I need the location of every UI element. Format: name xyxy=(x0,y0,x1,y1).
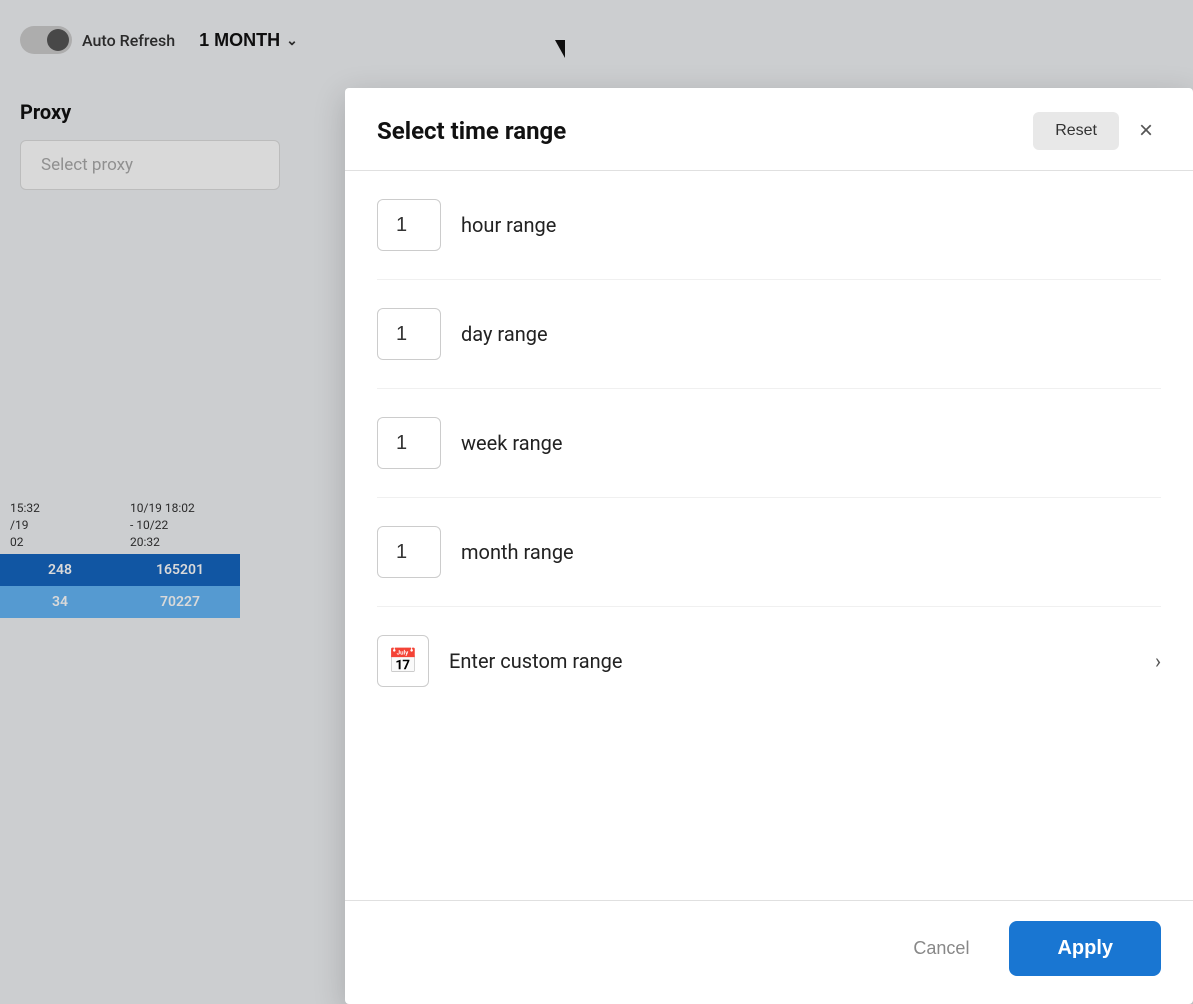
time-range-modal: Select time range Reset × hour range day… xyxy=(345,88,1193,1004)
week-range-label: week range xyxy=(461,431,562,455)
reset-button[interactable]: Reset xyxy=(1033,112,1119,150)
hour-range-row: hour range xyxy=(377,171,1161,280)
modal-header: Select time range Reset × xyxy=(345,88,1193,171)
day-range-label: day range xyxy=(461,322,548,346)
custom-range-row[interactable]: 📅 Enter custom range › xyxy=(377,607,1161,715)
month-range-label: month range xyxy=(461,540,574,564)
day-range-row: day range xyxy=(377,280,1161,389)
calendar-icon-glyph: 📅 xyxy=(388,647,418,675)
modal-body: hour range day range week range month ra… xyxy=(345,171,1193,900)
day-range-input[interactable] xyxy=(377,308,441,360)
month-range-input[interactable] xyxy=(377,526,441,578)
cancel-button[interactable]: Cancel xyxy=(893,926,989,971)
month-range-row: month range xyxy=(377,498,1161,607)
apply-button[interactable]: Apply xyxy=(1009,921,1161,976)
hour-range-label: hour range xyxy=(461,213,556,237)
week-range-input[interactable] xyxy=(377,417,441,469)
chevron-right-icon: › xyxy=(1155,649,1161,673)
custom-range-label: Enter custom range xyxy=(449,649,1135,673)
modal-footer: Cancel Apply xyxy=(345,900,1193,1004)
calendar-icon: 📅 xyxy=(377,635,429,687)
close-button[interactable]: × xyxy=(1131,115,1161,147)
hour-range-input[interactable] xyxy=(377,199,441,251)
modal-header-actions: Reset × xyxy=(1033,112,1161,150)
modal-title: Select time range xyxy=(377,117,566,145)
week-range-row: week range xyxy=(377,389,1161,498)
